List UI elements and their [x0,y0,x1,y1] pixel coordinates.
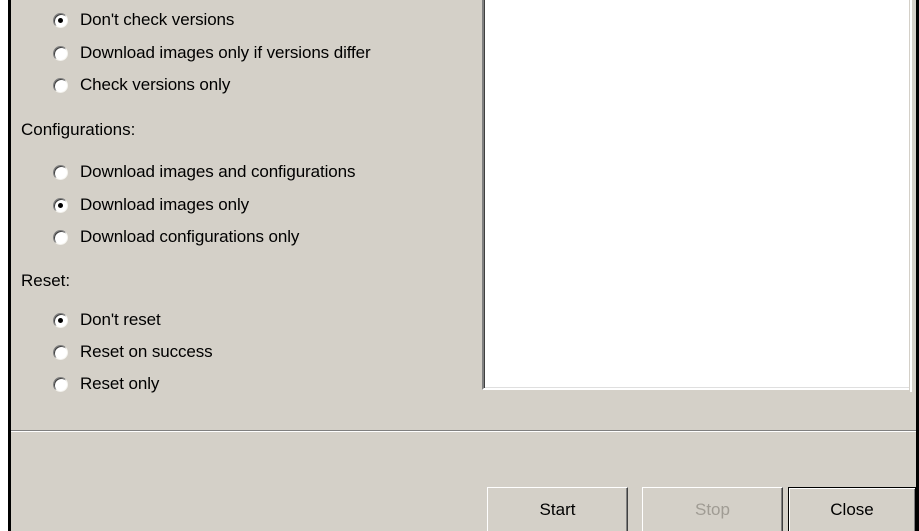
radio-button[interactable] [53,376,68,392]
radio-reset-only[interactable]: Reset only [53,372,159,396]
close-button[interactable]: Close [788,487,916,531]
radio-check-versions-only[interactable]: Check versions only [53,73,230,97]
radio-reset-on-success[interactable]: Reset on success [53,340,213,364]
download-dialog: Don't check versions Download images onl… [8,0,919,531]
radio-download-images-only[interactable]: Download images only [53,193,249,217]
radio-label: Don't reset [80,310,161,329]
radio-download-configurations-only[interactable]: Download configurations only [53,225,299,249]
radio-selected-dot [58,202,63,208]
start-button[interactable]: Start [487,487,628,531]
radio-download-images-and-configurations[interactable]: Download images and configurations [53,160,355,184]
radio-label: Download images only if versions differ [80,43,371,62]
radio-button[interactable] [53,312,68,328]
radio-button[interactable] [53,164,68,180]
radio-selected-dot [58,317,63,323]
reset-label: Reset: [21,271,71,290]
radio-label: Download images only [80,195,250,214]
configurations-label: Configurations: [21,120,136,139]
radio-label: Download configurations only [80,227,300,246]
stop-button[interactable]: Stop [642,487,783,531]
radio-button[interactable] [53,12,68,28]
radio-button[interactable] [53,344,68,360]
radio-dont-check-versions[interactable]: Don't check versions [53,8,234,32]
radio-selected-dot [58,17,63,23]
radio-button[interactable] [53,45,68,61]
radio-download-if-versions-differ[interactable]: Download images only if versions differ [53,41,371,65]
radio-label: Don't check versions [80,10,235,29]
separator-line [11,430,916,432]
log-output-panel[interactable] [482,0,912,392]
radio-button[interactable] [53,77,68,93]
radio-dont-reset[interactable]: Don't reset [53,308,161,332]
radio-label: Reset on success [80,342,213,361]
radio-label: Check versions only [80,75,231,94]
radio-label: Reset only [80,374,160,393]
radio-button[interactable] [53,197,68,213]
radio-button[interactable] [53,229,68,245]
radio-label: Download images and configurations [80,162,356,181]
